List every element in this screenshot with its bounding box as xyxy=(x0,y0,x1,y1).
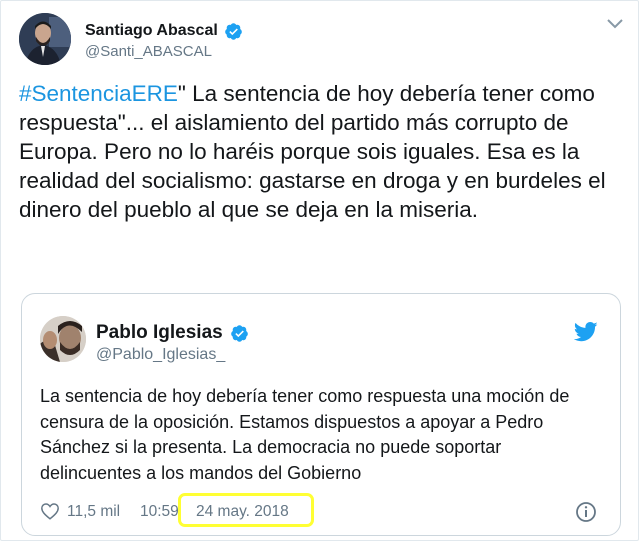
quoted-author-avatar[interactable] xyxy=(40,316,86,362)
author-avatar[interactable] xyxy=(19,13,71,65)
author-handle[interactable]: @Santi_ABASCAL xyxy=(85,43,212,60)
quoted-tweet-text: La sentencia de hoy debería tener como r… xyxy=(40,386,570,483)
tweet-date[interactable]: 24 may. 2018 xyxy=(196,503,289,521)
author-name-row: Santiago Abascal xyxy=(85,20,243,42)
info-icon[interactable] xyxy=(575,501,597,523)
hashtag-link[interactable]: #SentenciaERE xyxy=(19,81,178,106)
quoted-name-row: Pablo Iglesias xyxy=(96,321,249,345)
heart-icon[interactable] xyxy=(40,502,60,520)
verified-badge-icon xyxy=(230,324,248,342)
quoted-author-handle[interactable]: @Pablo_Iglesias_ xyxy=(96,346,225,364)
verified-badge-icon xyxy=(224,22,242,40)
tweet-header: Santiago Abascal @Santi_ABASCAL xyxy=(19,13,624,69)
quoted-tweet-footer: 11,5 mil 10:59 24 may. 2018 xyxy=(40,493,605,527)
twitter-bird-icon[interactable] xyxy=(574,322,598,342)
tweet-time[interactable]: 10:59 xyxy=(140,503,179,521)
quoted-author-name[interactable]: Pablo Iglesias xyxy=(96,322,223,344)
quoted-tweet[interactable]: Pablo Iglesias @Pablo_Iglesias_ La sente… xyxy=(21,293,621,536)
chevron-down-icon[interactable] xyxy=(606,17,624,31)
author-name[interactable]: Santiago Abascal xyxy=(85,22,218,40)
tweet-card: Santiago Abascal @Santi_ABASCAL #Sentenc… xyxy=(0,0,639,541)
tweet-text: #SentenciaERE" La sentencia de hoy deber… xyxy=(19,79,624,224)
like-count[interactable]: 11,5 mil xyxy=(67,503,120,521)
